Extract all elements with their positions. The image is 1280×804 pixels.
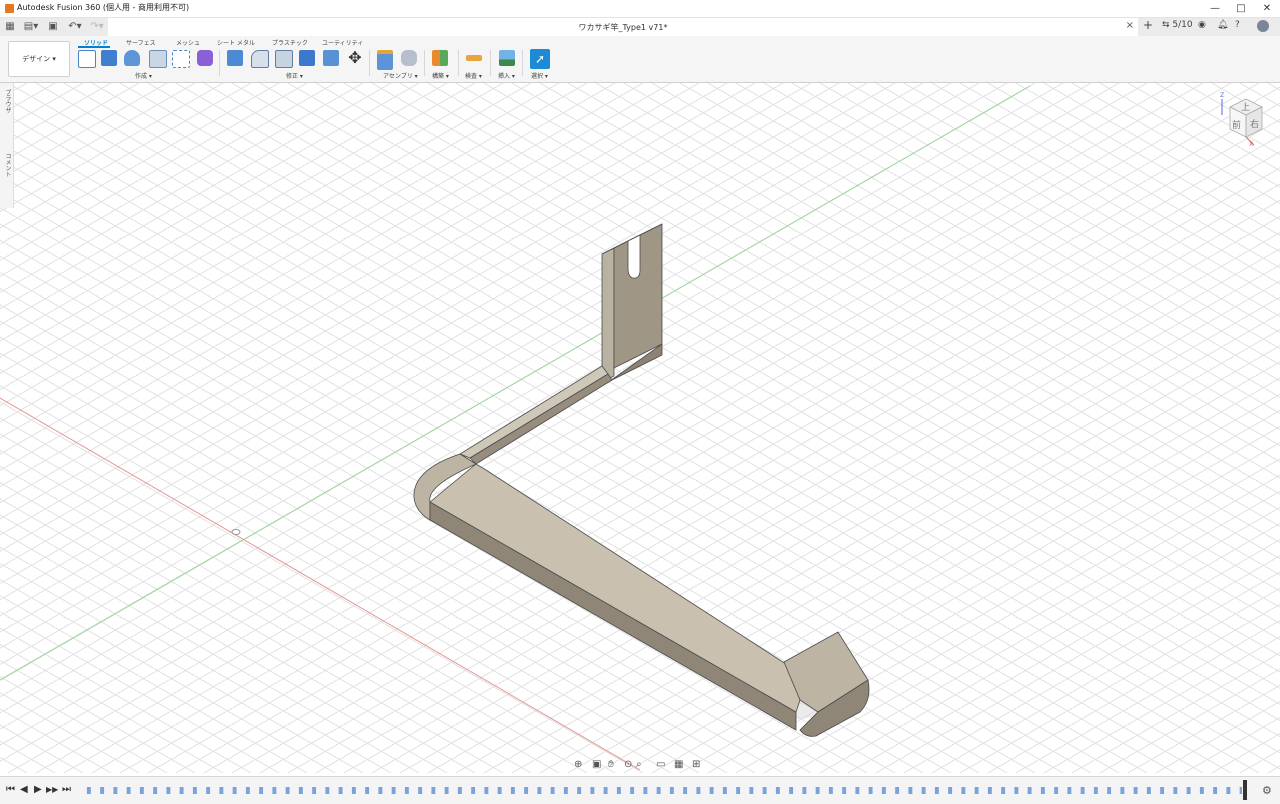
timeline-marker[interactable]: [1243, 780, 1247, 800]
joint-icon[interactable]: [401, 50, 417, 66]
origin-marker: [231, 529, 241, 535]
tab-plastic[interactable]: プラスチック: [272, 38, 308, 47]
orbit-icon[interactable]: ⊕: [574, 759, 582, 770]
shell-icon[interactable]: [299, 50, 315, 66]
ribbon-divider: [458, 50, 459, 76]
viewcube-top-label[interactable]: 上: [1241, 100, 1250, 113]
hole-icon[interactable]: [149, 50, 167, 68]
y-axis-line: [0, 85, 1031, 681]
jobs-count: 5/10: [1172, 20, 1193, 30]
timeline-play-button[interactable]: ▶: [34, 784, 42, 795]
look-at-icon[interactable]: ▣: [592, 759, 601, 770]
ribbon-divider: [424, 50, 425, 76]
maximize-button[interactable]: □: [1228, 1, 1254, 16]
viewcube-z-axis-label: Z: [1220, 92, 1225, 99]
viewcube-x-axis-label: X: [1249, 141, 1254, 148]
viewcube-front-label[interactable]: 前: [1232, 118, 1241, 131]
timeline-next-button[interactable]: ▶▶: [46, 785, 58, 794]
workspace-switcher[interactable]: デザイン ▾: [8, 41, 70, 77]
tab-sheet-metal[interactable]: シート メタル: [217, 38, 255, 47]
combine-icon[interactable]: [323, 50, 339, 66]
select-cursor-icon[interactable]: ➚: [530, 49, 550, 69]
viewports-icon[interactable]: ⊞: [692, 759, 700, 770]
timeline-previous-button[interactable]: ◀: [20, 784, 28, 795]
ribbon-divider: [490, 50, 491, 76]
pattern-icon[interactable]: [172, 50, 190, 68]
grid-settings-icon[interactable]: ▦: [674, 759, 683, 770]
navigation-toolbar: ⊕ ▣ ✋︎ ⊙ ⌕ ▭ ▦ ⊞: [574, 759, 708, 773]
viewcube[interactable]: 上 前 右 Z X: [1218, 92, 1268, 148]
new-component-icon[interactable]: [377, 50, 393, 70]
close-window-button[interactable]: ✕: [1254, 1, 1280, 16]
inspect-group-label[interactable]: 検査 ▾: [465, 71, 482, 80]
document-tab[interactable]: ワカサギ竿_Type1 v71* ×: [108, 18, 1138, 36]
timeline-bar: ⏮ ◀ ▶ ▶▶ ⏭ ⚙: [0, 776, 1280, 804]
offset-plane-icon[interactable]: [432, 50, 448, 66]
construct-group-label[interactable]: 構築 ▾: [432, 71, 449, 80]
ribbon-divider: [369, 50, 370, 76]
revolve-icon[interactable]: [124, 50, 140, 66]
save-icon[interactable]: ▣: [47, 20, 59, 34]
toolbar-ribbon: デザイン ▾ ソリッド サーフェス メッシュ シート メタル プラスチック ユー…: [0, 36, 1280, 83]
insert-group-label[interactable]: 挿入 ▾: [498, 71, 515, 80]
active-tab-indicator: [78, 46, 110, 48]
pan-icon[interactable]: ✋︎: [608, 759, 614, 770]
tab-surface[interactable]: サーフェス: [126, 38, 156, 47]
extrude-icon[interactable]: [101, 50, 117, 66]
file-menu-icon[interactable]: ▤▾: [22, 20, 40, 34]
document-tab-bar: ▦ ▤▾ ▣ ↶▾ ↷▾ ワカサギ竿_Type1 v71* × + ⇆ 5/10…: [0, 18, 1280, 37]
browser-panel-label[interactable]: ブラウザ: [3, 89, 12, 113]
zoom-icon[interactable]: ⊙: [624, 759, 632, 770]
tab-mesh[interactable]: メッシュ: [176, 38, 200, 47]
bent-rod-model[interactable]: [413, 223, 870, 737]
press-pull-icon[interactable]: [227, 50, 243, 66]
window-title: Autodesk Fusion 360 (個人用 - 商用利用不可): [17, 3, 190, 12]
create-form-icon[interactable]: [197, 50, 213, 66]
timeline-feature-list[interactable]: [82, 783, 1242, 797]
insert-image-icon[interactable]: [499, 50, 515, 66]
ribbon-divider: [219, 50, 220, 76]
browser-panel-collapsed[interactable]: ブラウザ コメント: [0, 83, 14, 208]
measure-icon[interactable]: [466, 55, 482, 61]
comments-panel-label[interactable]: コメント: [3, 153, 12, 177]
chamfer-icon[interactable]: [275, 50, 293, 68]
help-icon[interactable]: ?: [1235, 20, 1240, 30]
extensions-icon[interactable]: ◉: [1198, 20, 1206, 30]
timeline-first-button[interactable]: ⏮: [6, 784, 15, 795]
window-title-bar: Autodesk Fusion 360 (個人用 - 商用利用不可) — □ ✕: [0, 0, 1280, 18]
notifications-icon[interactable]: 🔔︎: [1217, 20, 1228, 30]
new-tab-button[interactable]: +: [1143, 18, 1153, 32]
fillet-icon[interactable]: [251, 50, 269, 68]
timeline-last-button[interactable]: ⏭: [62, 784, 71, 795]
close-tab-icon[interactable]: ×: [1126, 20, 1134, 31]
fusion-app-icon: [5, 4, 14, 13]
document-title: ワカサギ竿_Type1 v71*: [578, 23, 668, 32]
app-grid-icon[interactable]: ▦: [4, 20, 16, 34]
modify-group-label[interactable]: 修正 ▾: [286, 71, 303, 80]
tab-utilities[interactable]: ユーティリティ: [322, 38, 363, 47]
undo-icon[interactable]: ↶▾: [66, 20, 84, 34]
create-sketch-icon[interactable]: [78, 50, 96, 68]
ribbon-divider: [522, 50, 523, 76]
minimize-button[interactable]: —: [1202, 1, 1228, 16]
model-canvas[interactable]: [0, 83, 1280, 773]
fit-icon[interactable]: ⌕: [636, 759, 642, 770]
viewcube-right-label[interactable]: 右: [1250, 117, 1259, 130]
redo-icon[interactable]: ↷▾: [88, 20, 106, 34]
3d-viewport[interactable]: 上 前 右 Z X: [0, 83, 1280, 773]
user-avatar[interactable]: [1257, 20, 1269, 32]
timeline-settings-icon[interactable]: ⚙: [1262, 784, 1272, 797]
move-copy-icon[interactable]: ✥: [347, 50, 363, 66]
create-group-label[interactable]: 作成 ▾: [135, 71, 152, 80]
assemble-group-label[interactable]: アセンブリ ▾: [383, 71, 418, 80]
select-group-label[interactable]: 選択 ▾: [531, 71, 548, 80]
jobs-status-badge[interactable]: ⇆ 5/10: [1162, 20, 1193, 30]
display-settings-icon[interactable]: ▭: [656, 759, 665, 770]
